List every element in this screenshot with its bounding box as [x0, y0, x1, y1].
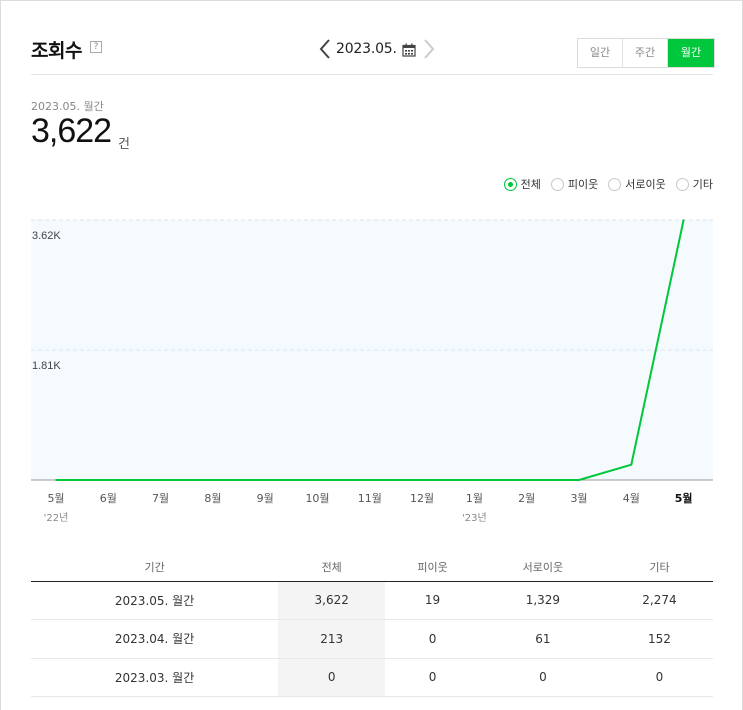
radio-checked-icon [503, 177, 517, 191]
visitor-filter: 전체 피이웃 서로이웃 기타 [503, 176, 713, 192]
filter-other[interactable]: 기타 [675, 176, 713, 192]
filter-mutual-label: 서로이웃 [625, 178, 666, 191]
table-header-row: 기간 전체 피이웃 서로이웃 기타 [31, 553, 713, 582]
cell-period: 2023.05. 월간 [31, 581, 279, 620]
views-table: 기간 전체 피이웃 서로이웃 기타 2023.05. 월간 3,622 19 1… [31, 553, 713, 697]
data-point [525, 479, 528, 481]
col-total: 전체 [278, 553, 386, 582]
col-mutual: 서로이웃 [479, 553, 606, 582]
x-tick-label: 5월 [47, 492, 64, 505]
plot-background [31, 220, 713, 480]
cell-total: 3,622 [278, 581, 386, 620]
x-tick-label: 4월 [623, 492, 640, 505]
x-tick-label: 9월 [257, 492, 274, 505]
cell-period: 2023.03. 월간 [31, 658, 279, 697]
page-title: 조회수 [31, 40, 82, 62]
header-divider [31, 74, 713, 75]
data-point [55, 479, 57, 481]
x-tick-label: 12월 [410, 492, 434, 505]
chevron-left-icon[interactable] [318, 38, 332, 60]
chevron-right-icon[interactable] [422, 38, 436, 60]
data-point [473, 479, 476, 481]
cell-period: 2023.04. 월간 [31, 619, 279, 659]
tab-monthly[interactable]: 월간 [668, 39, 714, 67]
calendar-icon[interactable] [402, 42, 416, 57]
filter-neighbors-label: 피이웃 [567, 178, 599, 191]
cell-other: 0 [605, 658, 713, 697]
filter-all[interactable]: 전체 [503, 176, 541, 192]
cell-neighbors: 19 [385, 581, 480, 620]
tab-weekly[interactable]: 주간 [623, 39, 668, 67]
table-row: 2023.04. 월간 213 0 61 152 [31, 619, 713, 659]
date-navigator: 2023.05. [318, 36, 436, 62]
data-point [212, 479, 214, 481]
data-point [421, 479, 423, 481]
x-tick-label: 6월 [100, 492, 117, 505]
data-point [578, 479, 580, 481]
x-tick-label: 1월 [466, 492, 483, 505]
x-tick-label: 7월 [152, 492, 169, 505]
filter-all-label: 전체 [520, 178, 541, 191]
help-icon[interactable]: ? [90, 41, 102, 53]
data-point [368, 479, 371, 481]
year-label: '23년 [462, 512, 487, 524]
cell-neighbors: 0 [385, 619, 480, 659]
current-date: 2023.05. [336, 41, 397, 57]
period-tabs: 일간 주간 월간 [577, 38, 715, 68]
radio-unchecked-icon [675, 177, 689, 191]
filter-neighbors[interactable]: 피이웃 [550, 176, 599, 192]
cell-total: 0 [278, 658, 386, 697]
year-label: '22년 [44, 512, 69, 524]
table-row: 2023.05. 월간 3,622 19 1,329 2,274 [31, 581, 713, 620]
x-tick-label: 5월 [675, 491, 693, 505]
x-tick-label: 2월 [518, 492, 535, 505]
filter-other-label: 기타 [692, 178, 713, 191]
col-period: 기간 [31, 553, 279, 582]
col-neighbors: 피이웃 [385, 553, 480, 582]
data-point [107, 479, 110, 481]
radio-unchecked-icon [550, 177, 564, 191]
cell-mutual: 1,329 [479, 581, 606, 620]
total-views: 3,622 [31, 112, 112, 150]
y-tick-label: 1.81K [32, 360, 61, 372]
total-views-unit: 건 [118, 137, 130, 152]
filter-mutual[interactable]: 서로이웃 [608, 176, 666, 192]
tab-daily[interactable]: 일간 [578, 39, 623, 67]
data-point [264, 479, 267, 481]
cell-mutual: 61 [479, 619, 606, 659]
x-tick-label: 3월 [570, 492, 587, 505]
cell-total: 213 [278, 619, 386, 659]
cell-neighbors: 0 [385, 658, 480, 697]
x-tick-label: 11월 [358, 492, 382, 505]
x-tick-label: 8월 [204, 492, 221, 505]
data-point [316, 479, 319, 481]
data-point [159, 479, 162, 481]
radio-unchecked-icon [608, 177, 622, 191]
col-other: 기타 [605, 553, 713, 582]
y-tick-label: 3.62K [32, 230, 61, 242]
cell-other: 152 [605, 619, 713, 659]
cell-mutual: 0 [479, 658, 606, 697]
table-row: 2023.03. 월간 0 0 0 0 [31, 658, 713, 697]
data-point [630, 463, 633, 466]
data-point [682, 219, 685, 221]
cell-other: 2,274 [605, 581, 713, 620]
views-line-chart: 3.62K 1.81K 5월 6월 7월 8월 9월 10월 11월 12월 1월 2월 3월 4월 5월 '… [31, 219, 713, 524]
x-tick-label: 10월 [305, 492, 329, 505]
